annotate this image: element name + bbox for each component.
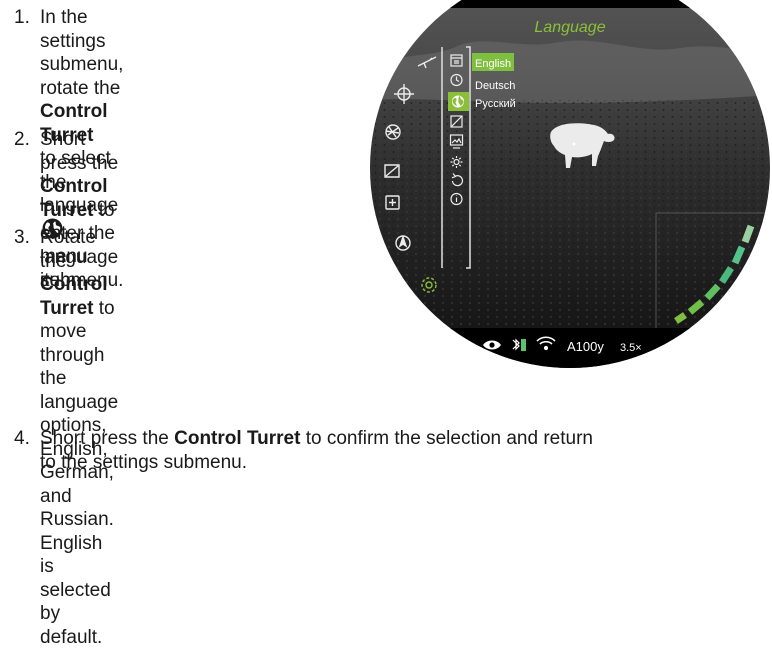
- range-readout: A100y: [567, 339, 604, 354]
- thermal-scope-illustration: Language English Deutsch Русский: [0, 0, 772, 494]
- step-line: selected by default.: [40, 579, 118, 649]
- language-option-english[interactable]: English: [475, 58, 511, 70]
- menu-title: Language: [534, 19, 605, 36]
- globe-icon[interactable]: [452, 96, 464, 108]
- zoom-readout: 3.5×: [620, 342, 642, 354]
- step-line: Russian. English is: [40, 508, 118, 579]
- language-option-russian[interactable]: Русский: [475, 98, 516, 110]
- language-option-deutsch[interactable]: Deutsch: [475, 80, 515, 92]
